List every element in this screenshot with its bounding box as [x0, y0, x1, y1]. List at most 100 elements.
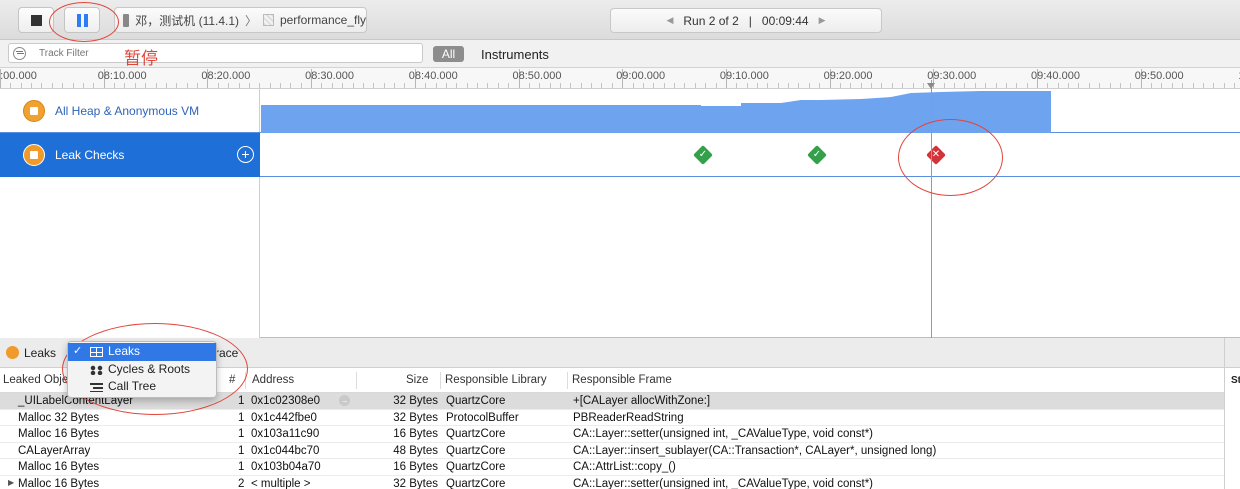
ruler-minor-tick [539, 83, 541, 88]
ruler-minor-tick [788, 83, 790, 88]
previous-run-icon[interactable]: ◀ [666, 15, 673, 26]
track-label: Leak Checks [55, 148, 125, 162]
ruler-minor-tick [217, 83, 219, 88]
ruler-minor-tick [477, 83, 479, 88]
cell-size: 32 Bytes [393, 411, 438, 424]
cell-address: 0x1c044bc70 [251, 444, 320, 457]
ruler-minor-tick [290, 83, 292, 88]
ruler-minor-tick [1202, 83, 1204, 88]
ruler-minor-tick [549, 83, 551, 88]
track-filter-input[interactable] [8, 43, 423, 63]
ruler-minor-tick [321, 83, 323, 88]
filter-icon [13, 47, 26, 60]
cell-library: ProtocolBuffer [446, 411, 519, 424]
call-tree-icon [90, 382, 103, 392]
ruler-minor-tick [1109, 83, 1111, 88]
device-name: 邓，测试机 (11.4.1) [135, 13, 240, 28]
ruler-minor-tick [611, 83, 613, 88]
ruler-minor-tick [197, 83, 199, 88]
ruler-minor-tick [591, 83, 593, 88]
ruler-minor-tick [124, 83, 126, 88]
ruler-tick-label: 08:40.000 [408, 70, 458, 82]
ruler-tick-label: 09:10.000 [719, 70, 769, 82]
all-filter-button[interactable]: All [433, 46, 464, 62]
ruler-minor-tick [10, 83, 12, 88]
cell-address: 0x103a11c90 [251, 428, 320, 440]
cell-frame: CA::Layer::insert_sublayer(CA::Transacti… [573, 444, 937, 457]
column-header-library[interactable]: Responsible Library [445, 374, 547, 386]
leak-check-pass-icon[interactable]: ✓ [807, 145, 827, 165]
inspector-divider[interactable] [1224, 338, 1225, 489]
ruler-minor-tick [72, 83, 74, 88]
cell-library: QuartzCore [446, 477, 506, 489]
column-header-size[interactable]: Size [406, 374, 428, 386]
ruler-minor-tick [777, 83, 779, 88]
cell-object: Malloc 16 Bytes [18, 428, 100, 440]
track-leak-checks[interactable]: Leak Checks + ✓ ✓ ✕ [0, 133, 1240, 177]
ruler-minor-tick [1171, 83, 1173, 88]
ruler-minor-tick [248, 83, 250, 88]
ruler-minor-tick [31, 83, 33, 88]
table-row[interactable]: CALayerArray 1 0x1c044bc70 48 Bytes QuartzCo… [0, 443, 1224, 459]
ruler-minor-tick [736, 83, 738, 88]
table-icon [90, 347, 103, 357]
ruler-minor-tick [145, 83, 147, 88]
ruler-minor-tick [715, 83, 717, 88]
instruments-filter-button[interactable]: Instruments [481, 47, 549, 62]
ruler-minor-tick [1119, 83, 1121, 88]
ruler-minor-tick [1192, 83, 1194, 88]
menu-item-leaks[interactable]: ✓ Leaks [68, 343, 216, 361]
ruler-minor-tick [373, 83, 375, 88]
menu-item-call-tree[interactable]: Call Tree [68, 378, 216, 396]
cell-library: QuartzCore [446, 444, 506, 457]
go-to-address-icon[interactable]: → [339, 395, 350, 406]
cell-address: 0x103b04a70 [251, 461, 321, 473]
cell-library: QuartzCore [446, 395, 506, 407]
ruler-minor-tick [176, 83, 178, 88]
table-row[interactable]: Malloc 16 Bytes 1 0x103b04a70 16 Bytes Quart… [0, 459, 1224, 476]
ruler-minor-tick [394, 83, 396, 88]
timeline-ruler[interactable]: 0:00.000 08:10.000 08:20.000 08:30.000 08:40… [0, 68, 1240, 89]
cell-size: 32 Bytes [393, 395, 438, 407]
cell-library: QuartzCore [446, 461, 506, 473]
detail-instrument-title[interactable]: Leaks [24, 346, 56, 360]
ruler-minor-tick [1047, 83, 1049, 88]
ruler-minor-tick [300, 83, 302, 88]
ruler-minor-tick [1130, 83, 1132, 88]
track-all-heap[interactable]: All Heap & Anonymous VM [0, 89, 1240, 133]
table-row[interactable]: Malloc 16 Bytes 1 0x103a11c90 16 Bytes Quart… [0, 426, 1224, 443]
cell-frame: +[CALayer allocWithZone:] [573, 395, 711, 407]
device-selector[interactable]: 邓，测试机 (11.4.1) 〉 performance_fly [114, 7, 367, 33]
ruler-minor-tick [922, 83, 924, 88]
ruler-minor-tick [269, 83, 271, 88]
run-label: Run 2 of 2 [683, 13, 739, 28]
playhead-handle-icon[interactable] [927, 83, 935, 89]
next-run-icon[interactable]: ▶ [819, 15, 826, 26]
column-header-frame[interactable]: Responsible Frame [572, 374, 672, 386]
ruler-tick-label: 09:30.000 [927, 70, 977, 82]
playhead[interactable] [931, 80, 932, 338]
ruler-minor-tick [279, 83, 281, 88]
column-header-object[interactable]: Leaked Obje [3, 374, 68, 386]
disclosure-triangle-icon[interactable]: ▶ [8, 478, 14, 487]
ruler-minor-tick [404, 83, 406, 88]
ruler-minor-tick [871, 83, 873, 88]
table-row[interactable]: Malloc 16 Bytes 2 < multiple > 32 Bytes Quar… [0, 476, 1224, 489]
ruler-minor-tick [912, 83, 914, 88]
ruler-minor-tick [435, 83, 437, 88]
column-header-address[interactable]: Address [252, 374, 294, 386]
ruler-minor-tick [134, 83, 136, 88]
ruler-minor-tick [985, 83, 987, 88]
add-icon[interactable]: + [237, 146, 254, 163]
menu-item-cycles-roots[interactable]: Cycles & Roots [68, 361, 216, 379]
ruler-minor-tick [466, 83, 468, 88]
ruler-minor-tick [559, 83, 561, 88]
ruler-tick-label: 09:50.000 [1134, 70, 1184, 82]
ruler-minor-tick [362, 83, 364, 88]
ruler-minor-tick [570, 83, 572, 88]
leak-check-pass-icon[interactable]: ✓ [693, 145, 713, 165]
main-toolbar: 邓，测试机 (11.4.1) 〉 performance_fly ◀ Run 2… [0, 0, 1240, 40]
app-icon [263, 14, 274, 26]
ruler-minor-tick [705, 83, 707, 88]
cell-address: 0x1c02308e0 [251, 395, 321, 407]
